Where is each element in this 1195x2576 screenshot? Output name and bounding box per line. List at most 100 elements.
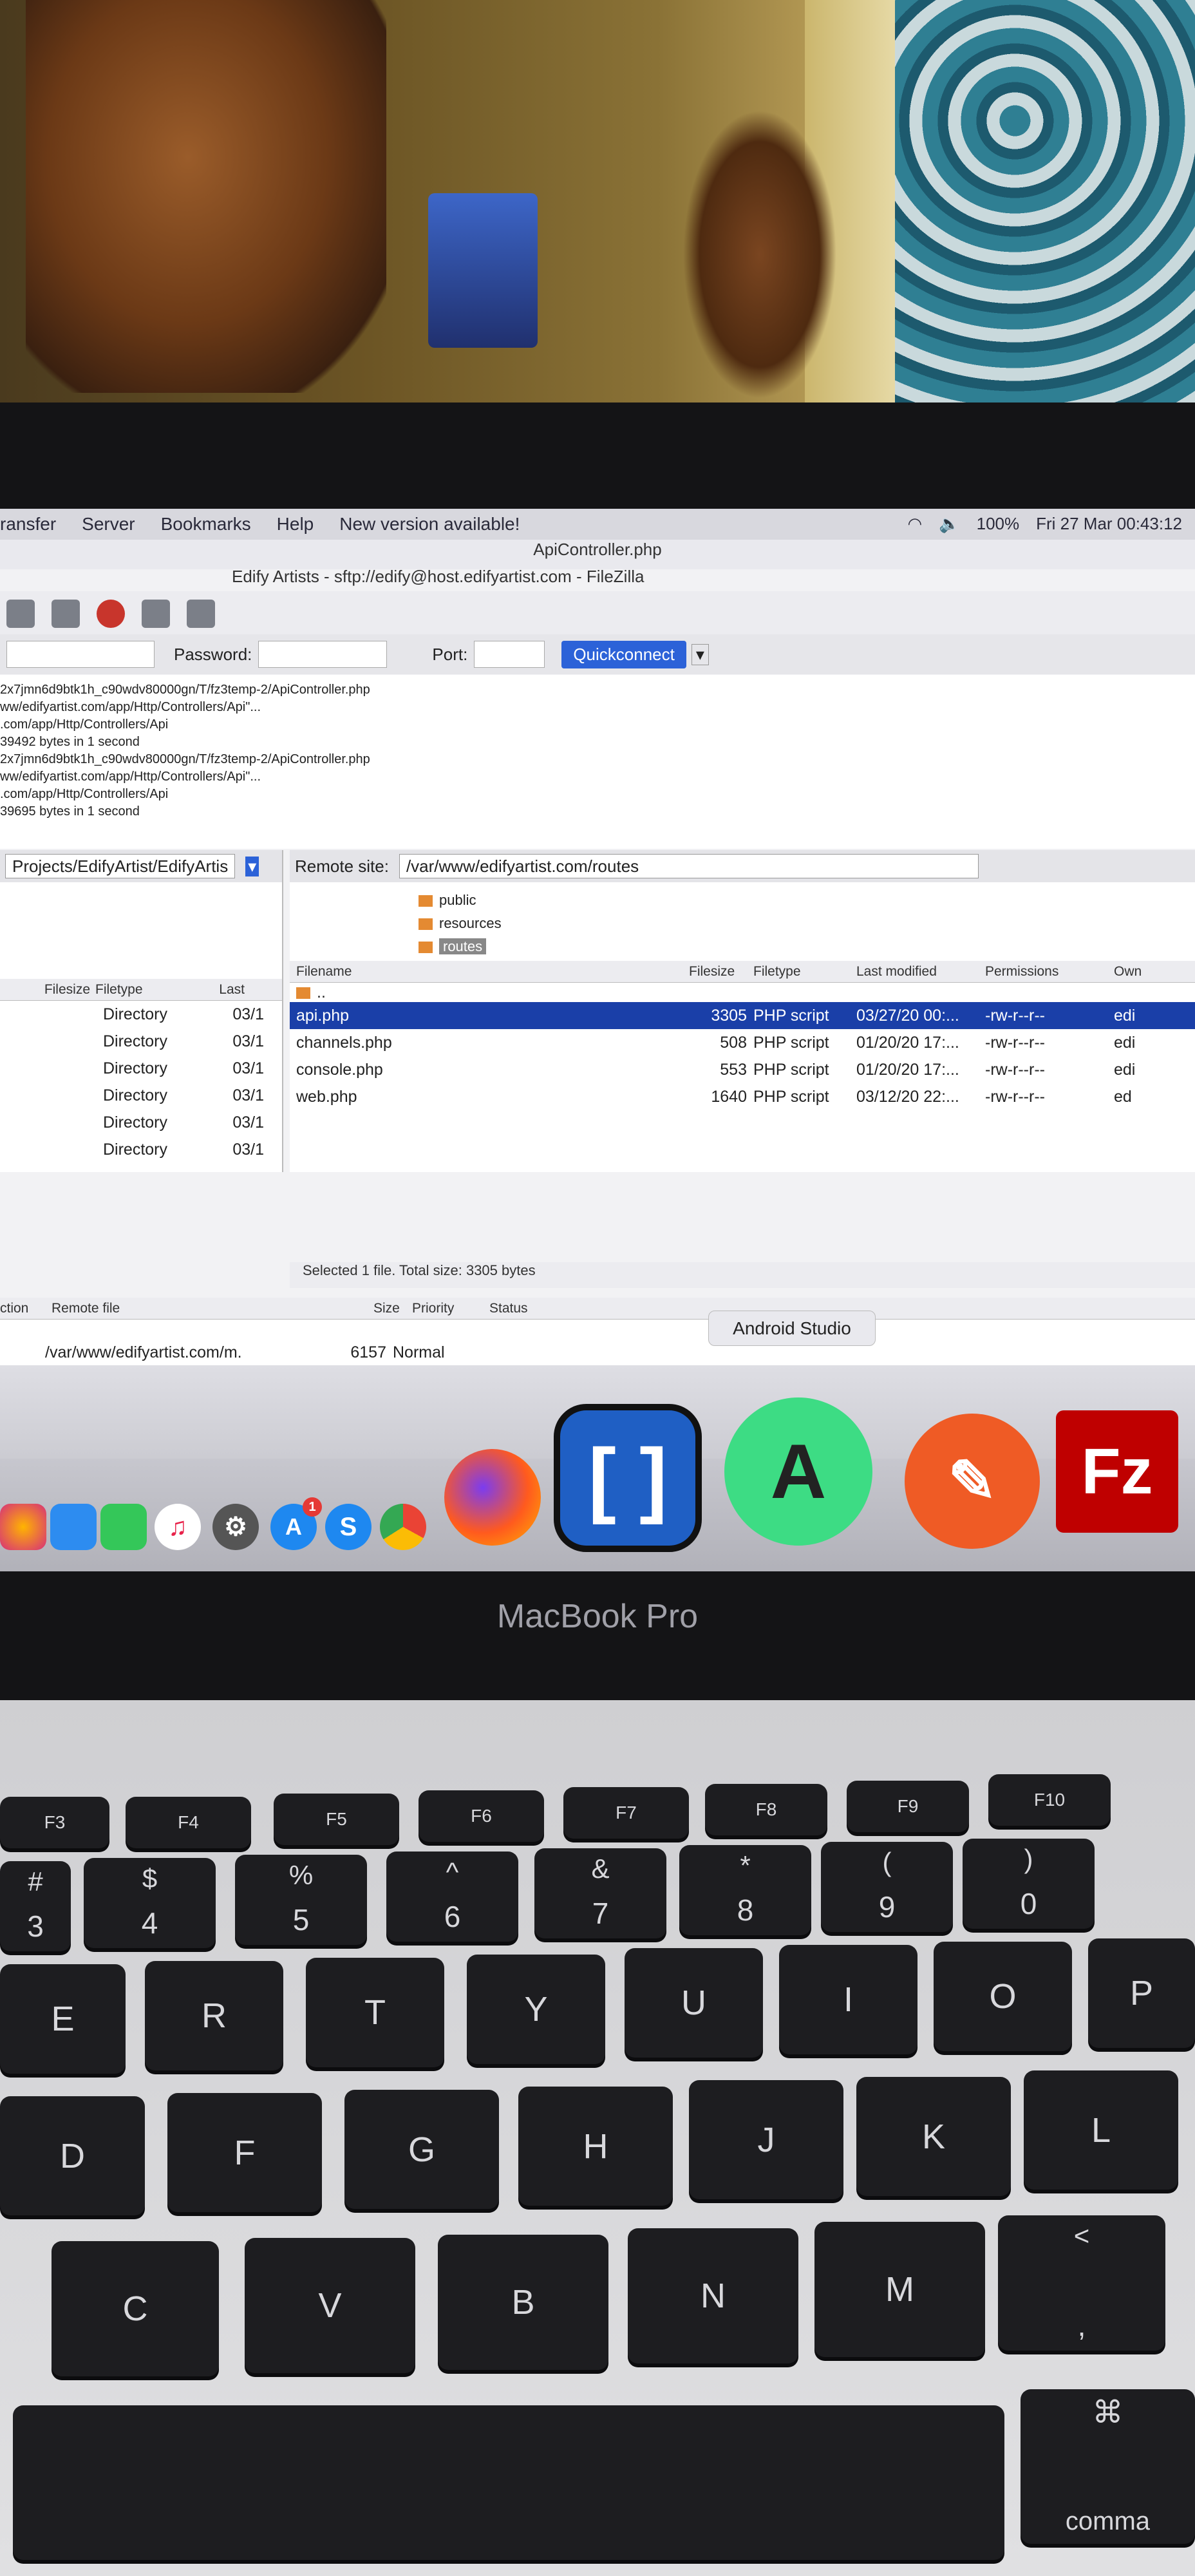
- col-last[interactable]: Last: [174, 982, 245, 998]
- key-j[interactable]: J: [689, 2080, 843, 2199]
- remote-path-input[interactable]: /var/www/edifyartist.com/routes: [399, 854, 979, 878]
- photos-icon[interactable]: [0, 1504, 46, 1550]
- col-owner[interactable]: Own: [1114, 964, 1153, 980]
- toggle-log-icon[interactable]: [52, 600, 80, 628]
- table-row[interactable]: Directory 03/1: [0, 1136, 282, 1163]
- brackets-icon[interactable]: [ ]: [554, 1404, 702, 1552]
- col-filename[interactable]: Filename: [290, 964, 689, 980]
- col-permissions[interactable]: Permissions: [985, 964, 1114, 980]
- quickconnect-button[interactable]: Quickconnect: [561, 640, 686, 668]
- key-0[interactable]: ) 0: [963, 1839, 1095, 1929]
- battery-percent[interactable]: 100%: [977, 514, 1020, 534]
- wifi-icon[interactable]: ◠: [908, 514, 923, 534]
- tree-item[interactable]: public: [419, 889, 1195, 912]
- key-m[interactable]: M: [814, 2222, 985, 2357]
- clock[interactable]: Fri 27 Mar 00:43:12: [1036, 514, 1182, 534]
- col-status[interactable]: Status: [489, 1301, 567, 1316]
- key-f8[interactable]: F8: [705, 1784, 827, 1835]
- col-filetype[interactable]: Filetype: [753, 964, 856, 980]
- table-row[interactable]: channels.php 508 PHP script 01/20/20 17:…: [290, 1029, 1195, 1056]
- key-8[interactable]: * 8: [679, 1845, 811, 1935]
- firefox-icon[interactable]: [444, 1449, 541, 1546]
- col-filesize[interactable]: Filesize: [689, 964, 753, 980]
- key-e[interactable]: E: [0, 1964, 126, 2074]
- site-manager-icon[interactable]: [6, 600, 35, 628]
- table-row[interactable]: console.php 553 PHP script 01/20/20 17:.…: [290, 1056, 1195, 1083]
- key-h[interactable]: H: [518, 2087, 673, 2206]
- key-4[interactable]: $4: [84, 1858, 216, 1948]
- key-space[interactable]: [13, 2405, 1004, 2560]
- parent-dir-row[interactable]: ..: [290, 983, 1195, 1002]
- disconnect-icon[interactable]: [187, 600, 215, 628]
- postman-icon[interactable]: ✎: [905, 1414, 1040, 1549]
- quickconnect-dropdown-icon[interactable]: ▾: [691, 643, 709, 665]
- col-direction[interactable]: ction: [0, 1301, 52, 1316]
- col-filetype[interactable]: Filetype: [90, 982, 174, 998]
- key-command[interactable]: ⌘ comma: [1021, 2389, 1195, 2544]
- key-d[interactable]: D: [0, 2096, 145, 2215]
- password-field[interactable]: [258, 641, 388, 668]
- menu-new-version[interactable]: New version available!: [339, 514, 520, 535]
- process-queue-icon[interactable]: [142, 600, 170, 628]
- col-filesize[interactable]: Filesize: [0, 982, 90, 998]
- table-row[interactable]: Directory 03/1: [0, 1055, 282, 1082]
- col-priority[interactable]: Priority: [412, 1301, 489, 1316]
- menu-bookmarks[interactable]: Bookmarks: [161, 514, 251, 535]
- table-row[interactable]: Directory 03/1: [0, 1109, 282, 1136]
- menu-help[interactable]: Help: [277, 514, 314, 535]
- menu-transfer[interactable]: ransfer: [0, 514, 56, 535]
- key-6[interactable]: ^ 6: [386, 1852, 518, 1942]
- key-r[interactable]: R: [145, 1961, 283, 2070]
- queue-row[interactable]: /var/www/edifyartist.com/m. 6157 Normal: [0, 1339, 1195, 1366]
- table-row[interactable]: api.php 3305 PHP script 03/27/20 00:... …: [290, 1002, 1195, 1029]
- table-row[interactable]: Directory 03/1: [0, 1028, 282, 1055]
- local-path-input[interactable]: Projects/EdifyArtist/EdifyArtis: [5, 854, 236, 878]
- cancel-icon[interactable]: [97, 600, 125, 628]
- key-comma[interactable]: <,: [998, 2215, 1165, 2351]
- skype-icon[interactable]: S: [325, 1504, 372, 1550]
- chrome-icon[interactable]: [380, 1504, 426, 1550]
- menu-server[interactable]: Server: [82, 514, 135, 535]
- key-f5[interactable]: F5: [274, 1794, 399, 1845]
- facetime-icon[interactable]: [100, 1504, 147, 1550]
- tree-item[interactable]: routes: [419, 935, 1195, 958]
- android-studio-icon[interactable]: A: [724, 1397, 872, 1546]
- key-f10[interactable]: F10: [988, 1774, 1111, 1826]
- col-size[interactable]: Size: [373, 1301, 412, 1316]
- key-l[interactable]: L: [1024, 2070, 1178, 2190]
- username-field[interactable]: [6, 641, 155, 668]
- key-b[interactable]: B: [438, 2235, 608, 2370]
- key-f[interactable]: F: [167, 2093, 322, 2212]
- volume-icon[interactable]: 🔈: [939, 514, 959, 534]
- table-row[interactable]: Directory 03/1: [0, 1001, 282, 1028]
- key-p[interactable]: P: [1088, 1938, 1195, 2048]
- filezilla-icon[interactable]: Fz: [1056, 1410, 1178, 1533]
- app-store-icon[interactable]: A 1: [270, 1497, 322, 1550]
- key-3[interactable]: #3: [0, 1861, 71, 1951]
- music-icon[interactable]: ♫: [155, 1504, 201, 1550]
- local-path-dropdown-icon[interactable]: ▾: [245, 856, 259, 876]
- key-5[interactable]: % 5: [235, 1855, 367, 1945]
- key-v[interactable]: V: [245, 2238, 415, 2373]
- key-y[interactable]: Y: [467, 1955, 605, 2064]
- key-k[interactable]: K: [856, 2077, 1011, 2196]
- key-n[interactable]: N: [628, 2228, 798, 2363]
- key-f6[interactable]: F6: [419, 1790, 544, 1842]
- key-u[interactable]: U: [625, 1948, 763, 2058]
- port-field[interactable]: [474, 641, 545, 668]
- key-f3[interactable]: F3: [0, 1797, 109, 1848]
- key-i[interactable]: I: [779, 1945, 917, 2054]
- key-o[interactable]: O: [934, 1942, 1072, 2051]
- key-f9[interactable]: F9: [847, 1781, 969, 1832]
- col-remote-file[interactable]: Remote file: [52, 1301, 373, 1316]
- key-t[interactable]: T: [306, 1958, 444, 2067]
- key-7[interactable]: & 7: [534, 1848, 666, 1938]
- system-preferences-icon[interactable]: ⚙: [212, 1504, 259, 1550]
- messages-icon[interactable]: [50, 1504, 97, 1550]
- col-last-modified[interactable]: Last modified: [856, 964, 985, 980]
- key-g[interactable]: G: [344, 2090, 499, 2209]
- key-c[interactable]: C: [52, 2241, 219, 2376]
- key-f4[interactable]: F4: [126, 1797, 251, 1848]
- table-row[interactable]: Directory 03/1: [0, 1082, 282, 1109]
- key-9[interactable]: (9: [821, 1842, 953, 1932]
